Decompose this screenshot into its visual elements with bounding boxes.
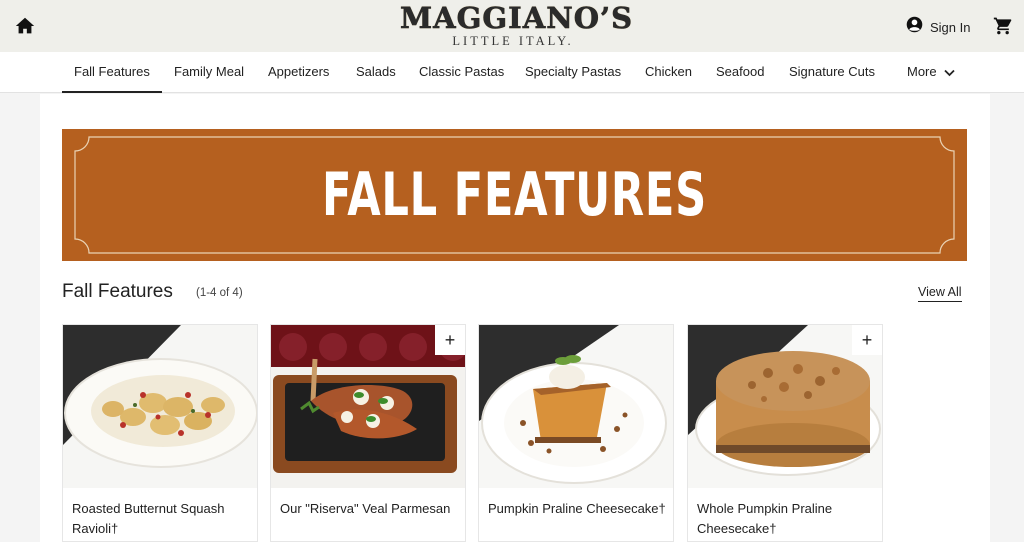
nav-item-family-meal[interactable]: Family Meal (174, 52, 244, 93)
product-card-whole-cheesecake[interactable]: + Whole Pumpkin Praline Cheesecake† (687, 324, 883, 542)
product-name: Pumpkin Praline Cheesecake† (488, 501, 666, 516)
nav-item-specialty-pastas[interactable]: Specialty Pastas (525, 52, 621, 93)
product-name: Our "Riserva" Veal Parmesan (280, 501, 451, 516)
product-name: Whole Pumpkin Praline Cheesecake† (697, 501, 833, 536)
nav-item-fall-features[interactable]: Fall Features (62, 52, 162, 93)
logo-sub-text: LITTLE ITALY. (452, 34, 574, 48)
nav-item-signature-cuts[interactable]: Signature Cuts (789, 52, 875, 93)
product-card-pumpkin-cheesecake[interactable]: Pumpkin Praline Cheesecake† (478, 324, 674, 542)
product-card-veal-parmesan[interactable]: + Our "Riserva" Veal Parmesan (270, 324, 466, 542)
add-to-order-button[interactable]: + (852, 325, 882, 355)
product-image (479, 325, 673, 488)
logo-main-text: MAGGIANO’S (400, 1, 634, 35)
chevron-down-icon (944, 53, 955, 93)
nav-item-salads[interactable]: Salads (356, 52, 396, 93)
cart-icon[interactable] (993, 16, 1015, 38)
nav-more-label: More (907, 64, 937, 79)
category-nav: Fall Features Family Meal Appetizers Sal… (0, 52, 1024, 93)
nav-more-button[interactable]: More (907, 52, 955, 93)
banner-title: FALL FEATURES (322, 160, 707, 230)
nav-item-classic-pastas[interactable]: Classic Pastas (419, 52, 504, 93)
section-title: Fall Features (62, 281, 173, 302)
sign-in-label: Sign In (930, 19, 971, 35)
sign-in-button[interactable]: Sign In (906, 16, 970, 38)
logo[interactable]: MAGGIANO’S LITTLE ITALY. (400, 1, 634, 50)
product-card-ravioli[interactable]: Roasted Butternut Squash Ravioli† (62, 324, 258, 542)
fall-features-banner: FALL FEATURES (62, 129, 967, 261)
section-count: (1-4 of 4) (196, 287, 243, 299)
top-bar: MAGGIANO’S LITTLE ITALY. Sign In (0, 0, 1024, 52)
nav-item-appetizers[interactable]: Appetizers (268, 52, 329, 93)
product-image (63, 325, 257, 488)
product-name: Roasted Butternut Squash Ravioli† (72, 501, 225, 536)
home-icon[interactable] (14, 15, 36, 37)
view-all-link[interactable]: View All (918, 285, 962, 302)
nav-item-chicken[interactable]: Chicken (645, 52, 692, 93)
nav-item-seafood[interactable]: Seafood (716, 52, 764, 93)
account-circle-icon (906, 16, 923, 38)
add-to-order-button[interactable]: + (435, 325, 465, 355)
